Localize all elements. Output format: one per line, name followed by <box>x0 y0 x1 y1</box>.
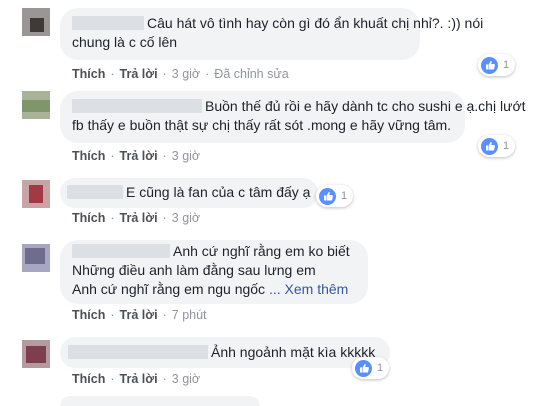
reaction-count[interactable]: 1 <box>478 135 516 157</box>
edited-label: Đã chỉnh sửa <box>214 67 289 81</box>
author-name[interactable] <box>67 185 123 199</box>
author-name[interactable] <box>68 345 208 359</box>
comment-actions: Thích · Trả lời · 3 giờ <box>72 372 201 386</box>
comment-text: chung là c cố lên <box>72 34 178 50</box>
author-name[interactable] <box>72 16 144 30</box>
author-name[interactable] <box>72 99 202 113</box>
like-thumb-icon <box>481 56 498 74</box>
reply-link[interactable]: Trả lời <box>120 149 158 163</box>
reply-link[interactable]: Trả lời <box>120 67 158 81</box>
like-link[interactable]: Thích <box>72 149 105 163</box>
avatar[interactable] <box>22 244 50 272</box>
comment-actions: Thích · Trả lời · 3 giờ <box>72 211 201 225</box>
like-thumb-icon <box>481 137 498 155</box>
comment-bubble: Buồn thế đủ rồi e hãy dành tc cho sushi … <box>60 91 526 143</box>
comment-bubble: E cũng là fan của c tâm đấy ạ <box>60 178 318 208</box>
timestamp[interactable]: 3 giờ <box>172 149 200 163</box>
comment-text: fb thấy e buồn thật sự chị thấy rất sót … <box>72 117 452 133</box>
like-link[interactable]: Thích <box>72 372 105 386</box>
timestamp[interactable]: 3 giờ <box>172 372 200 386</box>
avatar[interactable] <box>22 8 50 36</box>
comment-text: Câu hát vô tình hay còn gì đó ẩn khuất c… <box>147 15 484 31</box>
reply-link[interactable]: Trả lời <box>120 372 158 386</box>
comment-text: Anh cứ nghĩ rằng em ngu ngốc <box>72 281 266 297</box>
like-thumb-icon <box>355 359 372 377</box>
timestamp[interactable]: 3 giờ <box>172 211 200 225</box>
comment-text: Những điều anh làm đằng sau lưng em <box>72 262 316 278</box>
comment-bubble <box>60 396 260 406</box>
comment-text: Ảnh ngoảnh mặt kìa kkkkk <box>211 344 376 360</box>
comment-actions: Thích · Trả lời · 7 phút <box>72 308 207 322</box>
comment-bubble: Ảnh ngoảnh mặt kìa kkkkk <box>60 337 390 368</box>
comment-text: Anh cứ nghĩ rằng em ko biết <box>173 243 350 259</box>
like-link[interactable]: Thích <box>72 67 105 81</box>
like-link[interactable]: Thích <box>72 308 105 322</box>
avatar[interactable] <box>22 180 50 208</box>
like-link[interactable]: Thích <box>72 211 105 225</box>
reply-link[interactable]: Trả lời <box>120 211 158 225</box>
comment-text: Buồn thế đủ rồi e hãy dành tc cho sushi … <box>205 98 526 114</box>
avatar[interactable] <box>22 340 50 368</box>
reaction-count[interactable]: 1 <box>478 54 516 76</box>
comment-text: E cũng là fan của c tâm đấy ạ <box>126 184 311 200</box>
like-thumb-icon <box>319 187 336 205</box>
comment-actions: Thích · Trả lời · 3 giờ · Đã chỉnh sửa <box>72 67 289 81</box>
author-name[interactable] <box>72 244 170 258</box>
reply-link[interactable]: Trả lời <box>120 308 158 322</box>
reaction-count[interactable]: 1 <box>352 357 390 379</box>
reaction-count[interactable]: 1 <box>316 185 354 207</box>
comment-bubble: Anh cứ nghĩ rằng em ko biết Những điều a… <box>60 240 368 304</box>
comment-actions: Thích · Trả lời · 3 giờ <box>72 149 201 163</box>
timestamp[interactable]: 3 giờ <box>172 67 200 81</box>
see-more-link[interactable]: ... Xem thêm <box>269 281 348 297</box>
comment-bubble: Câu hát vô tình hay còn gì đó ẩn khuất c… <box>60 8 483 60</box>
timestamp[interactable]: 7 phút <box>172 308 207 322</box>
avatar[interactable] <box>22 91 50 119</box>
